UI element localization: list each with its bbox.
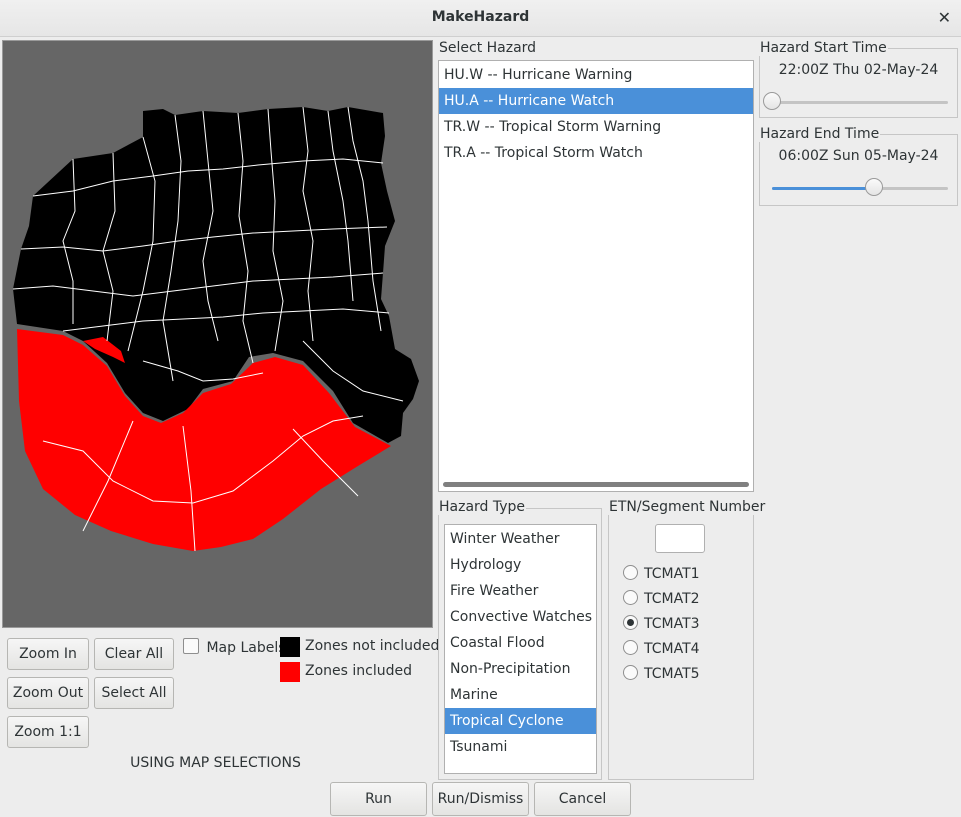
close-icon[interactable]: ✕ xyxy=(938,8,951,27)
hazard-end-time: 06:00Z Sun 05-May-24 xyxy=(778,148,939,164)
zoom-in-button[interactable]: Zoom In xyxy=(7,638,89,670)
radio-tcmat5[interactable]: TCMAT5 xyxy=(623,665,700,685)
hazard-type-item[interactable]: Winter Weather xyxy=(445,526,596,552)
hazard-type-item[interactable]: Coastal Flood xyxy=(445,630,596,656)
radio-label: TCMAT4 xyxy=(644,641,700,657)
hazard-type-item[interactable]: Hydrology xyxy=(445,552,596,578)
hazard-start-label: Hazard Start Time xyxy=(759,40,888,56)
run-dismiss-button[interactable]: Run/Dismiss xyxy=(432,782,529,816)
hazard-start-time: 22:00Z Thu 02-May-24 xyxy=(778,62,939,78)
legend-not-included-label: Zones not included xyxy=(305,638,440,654)
hazard-end-slider-fill xyxy=(772,187,875,190)
hazard-item-tra[interactable]: TR.A -- Tropical Storm Watch xyxy=(439,140,753,166)
hazard-end-slider-knob[interactable] xyxy=(865,178,884,196)
zoom-out-button[interactable]: Zoom Out xyxy=(7,677,89,709)
zone-map-canvas[interactable] xyxy=(3,41,432,627)
hazard-type-item[interactable]: Tsunami xyxy=(445,734,596,760)
hazard-end-slider[interactable] xyxy=(772,178,948,196)
map-status: USING MAP SELECTIONS xyxy=(130,755,301,771)
hazard-item-huw[interactable]: HU.W -- Hurricane Warning xyxy=(439,62,753,88)
etn-label: ETN/Segment Number xyxy=(608,499,767,515)
radio-tcmat3[interactable]: TCMAT3 xyxy=(623,615,700,635)
window-title: MakeHazard xyxy=(431,9,530,25)
hazard-start-slider-knob[interactable] xyxy=(763,92,781,110)
hazard-start-slider[interactable] xyxy=(763,92,948,110)
radio-tcmat2[interactable]: TCMAT2 xyxy=(623,590,700,610)
legend-included-label: Zones included xyxy=(305,663,412,679)
scrollbar-thumb[interactable] xyxy=(443,482,749,487)
radio-tcmat1[interactable]: TCMAT1 xyxy=(623,565,700,585)
radio-dot[interactable] xyxy=(623,565,638,580)
cancel-button[interactable]: Cancel xyxy=(534,782,631,816)
hazard-end-group xyxy=(759,134,958,206)
legend-swatch-not-included xyxy=(280,637,300,657)
zoom-1to1-button[interactable]: Zoom 1:1 xyxy=(7,716,89,748)
hazard-type-item[interactable]: Non-Precipitation xyxy=(445,656,596,682)
hazard-item-trw[interactable]: TR.W -- Tropical Storm Warning xyxy=(439,114,753,140)
hazard-item-hua[interactable]: HU.A -- Hurricane Watch xyxy=(439,88,753,114)
radio-label: TCMAT3 xyxy=(644,616,700,632)
run-button[interactable]: Run xyxy=(330,782,427,816)
map-labels-checkbox[interactable]: Map Labels xyxy=(183,638,286,656)
title-bar: MakeHazard ✕ xyxy=(0,0,961,37)
select-hazard-list[interactable]: HU.W -- Hurricane Warning HU.A -- Hurric… xyxy=(438,60,754,492)
hazard-end-label: Hazard End Time xyxy=(759,126,881,142)
clear-all-button[interactable]: Clear All xyxy=(94,638,174,670)
hazard-type-list[interactable]: Winter Weather Hydrology Fire Weather Co… xyxy=(444,524,597,774)
radio-dot[interactable] xyxy=(623,590,638,605)
zone-map[interactable] xyxy=(2,40,433,628)
radio-label: TCMAT5 xyxy=(644,666,700,682)
hazard-type-label: Hazard Type xyxy=(438,499,527,515)
etn-input[interactable] xyxy=(655,524,705,553)
hazard-type-item[interactable]: Marine xyxy=(445,682,596,708)
hazard-start-group xyxy=(759,48,958,118)
horizontal-scrollbar[interactable] xyxy=(441,482,751,488)
legend-swatch-included xyxy=(280,662,300,682)
radio-label: TCMAT1 xyxy=(644,566,700,582)
radio-label: TCMAT2 xyxy=(644,591,700,607)
radio-dot[interactable] xyxy=(623,665,638,680)
radio-dot-selected[interactable] xyxy=(623,615,638,630)
select-all-button[interactable]: Select All xyxy=(94,677,174,709)
radio-dot[interactable] xyxy=(623,640,638,655)
hazard-type-item-selected[interactable]: Tropical Cyclone xyxy=(445,708,596,734)
map-labels-label: Map Labels xyxy=(206,640,286,656)
select-hazard-label: Select Hazard xyxy=(438,40,538,56)
hazard-type-item[interactable]: Convective Watches xyxy=(445,604,596,630)
radio-tcmat4[interactable]: TCMAT4 xyxy=(623,640,700,660)
checkbox-box[interactable] xyxy=(183,638,199,654)
hazard-type-item[interactable]: Fire Weather xyxy=(445,578,596,604)
